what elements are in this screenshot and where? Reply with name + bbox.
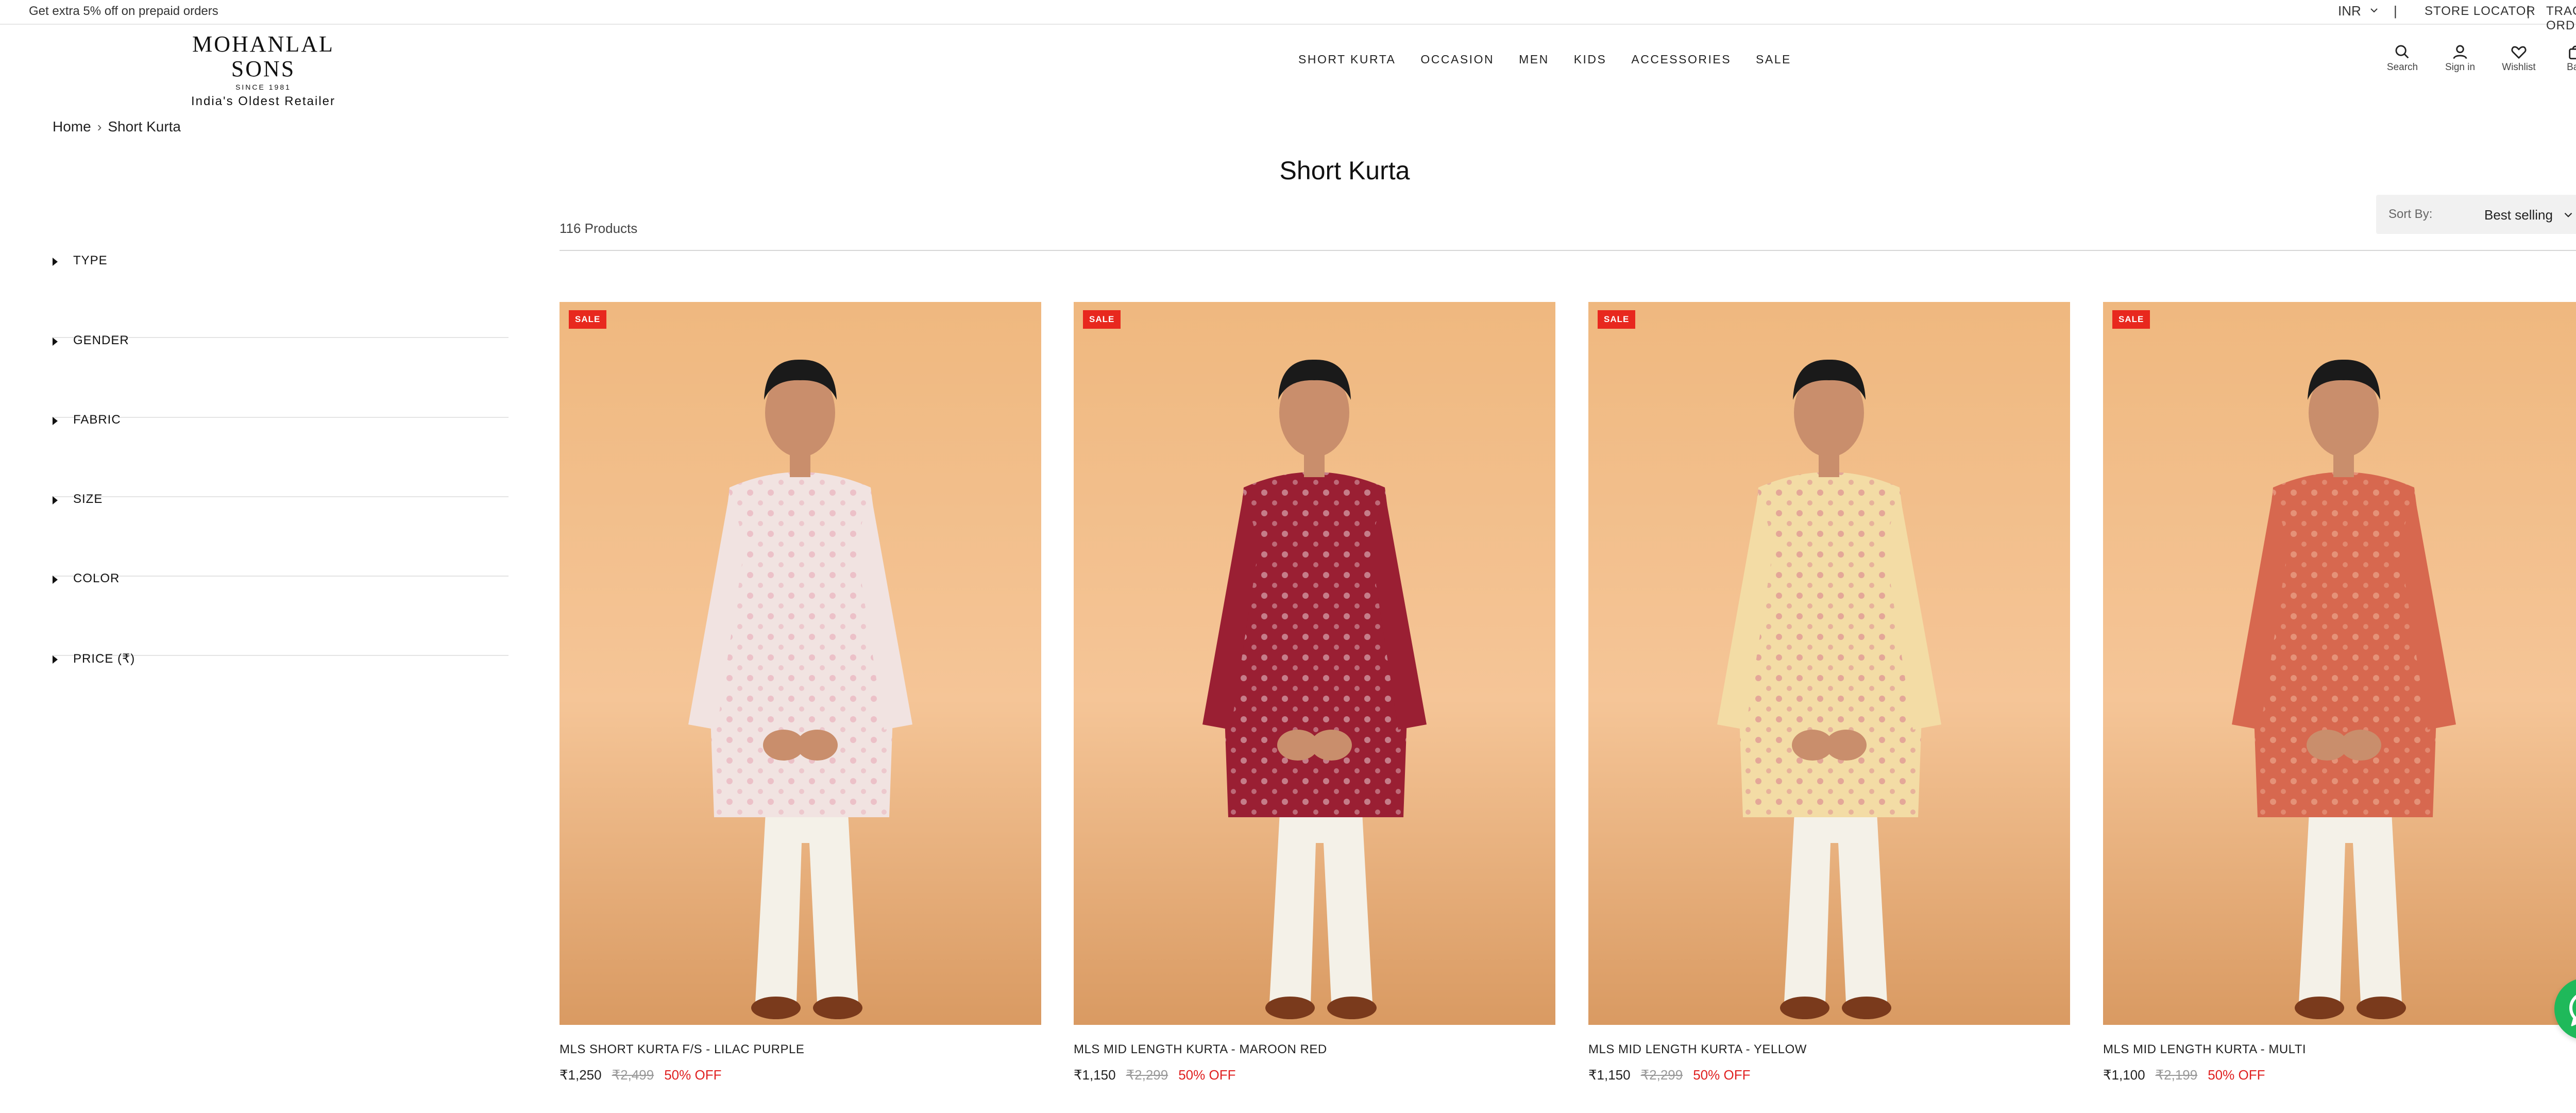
nav-kids[interactable]: KIDS <box>1574 53 1607 66</box>
signin-button[interactable]: Sign in <box>2437 43 2483 73</box>
sale-badge: SALE <box>1598 310 1636 329</box>
product-price: ₹1,100 ₹2,199 50% OFF <box>2103 1067 2576 1083</box>
divider <box>560 250 2576 251</box>
logo-name: MOHANLAL SONS <box>192 31 334 81</box>
page-title: Short Kurta <box>1279 156 1410 185</box>
compare-price: ₹2,299 <box>1640 1067 1683 1083</box>
sort-value: Best selling <box>2484 207 2553 223</box>
caret-right-icon <box>53 655 58 664</box>
site-logo[interactable]: MOHANLAL SONS SINCE 1981 India's Oldest … <box>178 32 348 109</box>
wishlist-button[interactable]: Wishlist <box>2496 43 2542 73</box>
filter-label: SIZE <box>73 492 103 506</box>
sale-badge: SALE <box>2112 310 2150 329</box>
breadcrumb-current: Short Kurta <box>108 119 181 134</box>
sale-price: ₹1,250 <box>560 1067 602 1083</box>
nav-short-kurta[interactable]: SHORT KURTA <box>1298 53 1396 66</box>
promo-text: Get extra 5% off on prepaid orders <box>29 4 218 18</box>
discount-label: 50% OFF <box>664 1067 722 1083</box>
product-count: 116 Products <box>560 221 638 236</box>
caret-right-icon <box>53 338 58 346</box>
whatsapp-button[interactable] <box>2554 978 2576 1040</box>
bag-button[interactable]: Bag <box>2552 43 2576 73</box>
sale-badge: SALE <box>569 310 607 329</box>
nav-men[interactable]: MEN <box>1519 53 1549 66</box>
currency-selector[interactable]: INR <box>2338 3 2361 19</box>
breadcrumb: Home › Short Kurta <box>53 119 181 135</box>
filter-label: PRICE (₹) <box>73 652 135 666</box>
product-name[interactable]: MLS MID LENGTH KURTA - MULTI <box>2103 1042 2576 1057</box>
caret-right-icon <box>53 576 58 584</box>
sort-label: Sort By: <box>2388 207 2433 221</box>
compare-price: ₹2,299 <box>1126 1067 1168 1083</box>
caret-right-icon <box>53 496 58 504</box>
user-icon <box>2453 45 2467 59</box>
product-image[interactable]: SALE <box>1588 302 2070 1025</box>
compare-price: ₹2,199 <box>2155 1067 2198 1083</box>
compare-price: ₹2,499 <box>612 1067 654 1083</box>
nav-sale[interactable]: SALE <box>1756 53 1791 66</box>
discount-label: 50% OFF <box>2208 1067 2265 1083</box>
wishlist-label: Wishlist <box>2502 62 2536 73</box>
filter-color[interactable]: COLOR <box>53 571 509 656</box>
product-image[interactable]: SALE <box>2103 302 2576 1025</box>
store-locator-link[interactable]: STORE LOCATOR <box>2425 4 2536 19</box>
sale-price: ₹1,100 <box>2103 1067 2145 1083</box>
bag-label: Bag <box>2567 62 2576 73</box>
product-image[interactable]: SALE <box>1074 302 1555 1025</box>
caret-right-icon <box>53 417 58 425</box>
product-name[interactable]: MLS MID LENGTH KURTA - YELLOW <box>1588 1042 2070 1057</box>
product-price: ₹1,250 ₹2,499 50% OFF <box>560 1067 1041 1083</box>
chevron-right-icon: › <box>97 119 102 134</box>
product-card[interactable]: SALE MLS MID LENGTH KURTA - MAROON RED ₹… <box>1074 302 1555 1083</box>
logo-since: SINCE 1981 <box>235 83 291 91</box>
search-button[interactable]: Search <box>2379 43 2426 73</box>
discount-label: 50% OFF <box>1693 1067 1751 1083</box>
track-order-link[interactable]: TRACK ORDER <box>2546 4 2576 33</box>
shopping-bag-icon <box>2569 45 2576 60</box>
breadcrumb-home[interactable]: Home <box>53 119 91 135</box>
product-price: ₹1,150 ₹2,299 50% OFF <box>1074 1067 1555 1083</box>
product-card[interactable]: SALE MLS MID LENGTH KURTA - YELLOW ₹1,15… <box>1588 302 2070 1083</box>
search-label: Search <box>2386 62 2418 73</box>
filter-label: GENDER <box>73 333 129 347</box>
filter-gender[interactable]: GENDER <box>53 333 509 418</box>
sort-dropdown[interactable]: Sort By: Best selling <box>2376 195 2576 234</box>
announcement-bar <box>0 0 2576 25</box>
search-icon <box>2395 45 2409 59</box>
main-nav: SHORT KURTA OCCASION MEN KIDS ACCESSORIE… <box>1298 53 1791 66</box>
sale-price: ₹1,150 <box>1074 1067 1116 1083</box>
discount-label: 50% OFF <box>1178 1067 1236 1083</box>
chevron-down-icon[interactable] <box>2368 4 2380 16</box>
filter-label: FABRIC <box>73 413 121 427</box>
filter-label: COLOR <box>73 571 120 585</box>
filter-label: TYPE <box>73 254 108 267</box>
product-card[interactable]: SALE MLS MID LENGTH KURTA - MULTI ₹1,100… <box>2103 302 2576 1083</box>
product-price: ₹1,150 ₹2,299 50% OFF <box>1588 1067 2070 1083</box>
caret-right-icon <box>53 258 58 266</box>
product-image[interactable]: SALE <box>560 302 1041 1025</box>
filter-type[interactable]: TYPE <box>53 254 509 338</box>
nav-occasion[interactable]: OCCASION <box>1420 53 1494 66</box>
product-card[interactable]: SALE MLS SHORT KURTA F/S - LILAC PURPLE … <box>560 302 1041 1083</box>
separator: | <box>2527 3 2530 19</box>
heart-icon <box>2511 46 2527 59</box>
whatsapp-icon <box>2569 994 2576 1026</box>
chevron-down-icon <box>2564 212 2572 217</box>
sale-badge: SALE <box>1083 310 1121 329</box>
separator: | <box>2394 3 2397 19</box>
sale-price: ₹1,150 <box>1588 1067 1631 1083</box>
nav-accessories[interactable]: ACCESSORIES <box>1631 53 1731 66</box>
filter-price[interactable]: PRICE (₹) <box>53 652 509 735</box>
filter-size[interactable]: SIZE <box>53 492 509 577</box>
product-name[interactable]: MLS MID LENGTH KURTA - MAROON RED <box>1074 1042 1555 1057</box>
signin-label: Sign in <box>2445 62 2476 73</box>
filter-fabric[interactable]: FABRIC <box>53 413 509 497</box>
product-name[interactable]: MLS SHORT KURTA F/S - LILAC PURPLE <box>560 1042 1041 1057</box>
logo-tagline: India's Oldest Retailer <box>191 94 336 108</box>
